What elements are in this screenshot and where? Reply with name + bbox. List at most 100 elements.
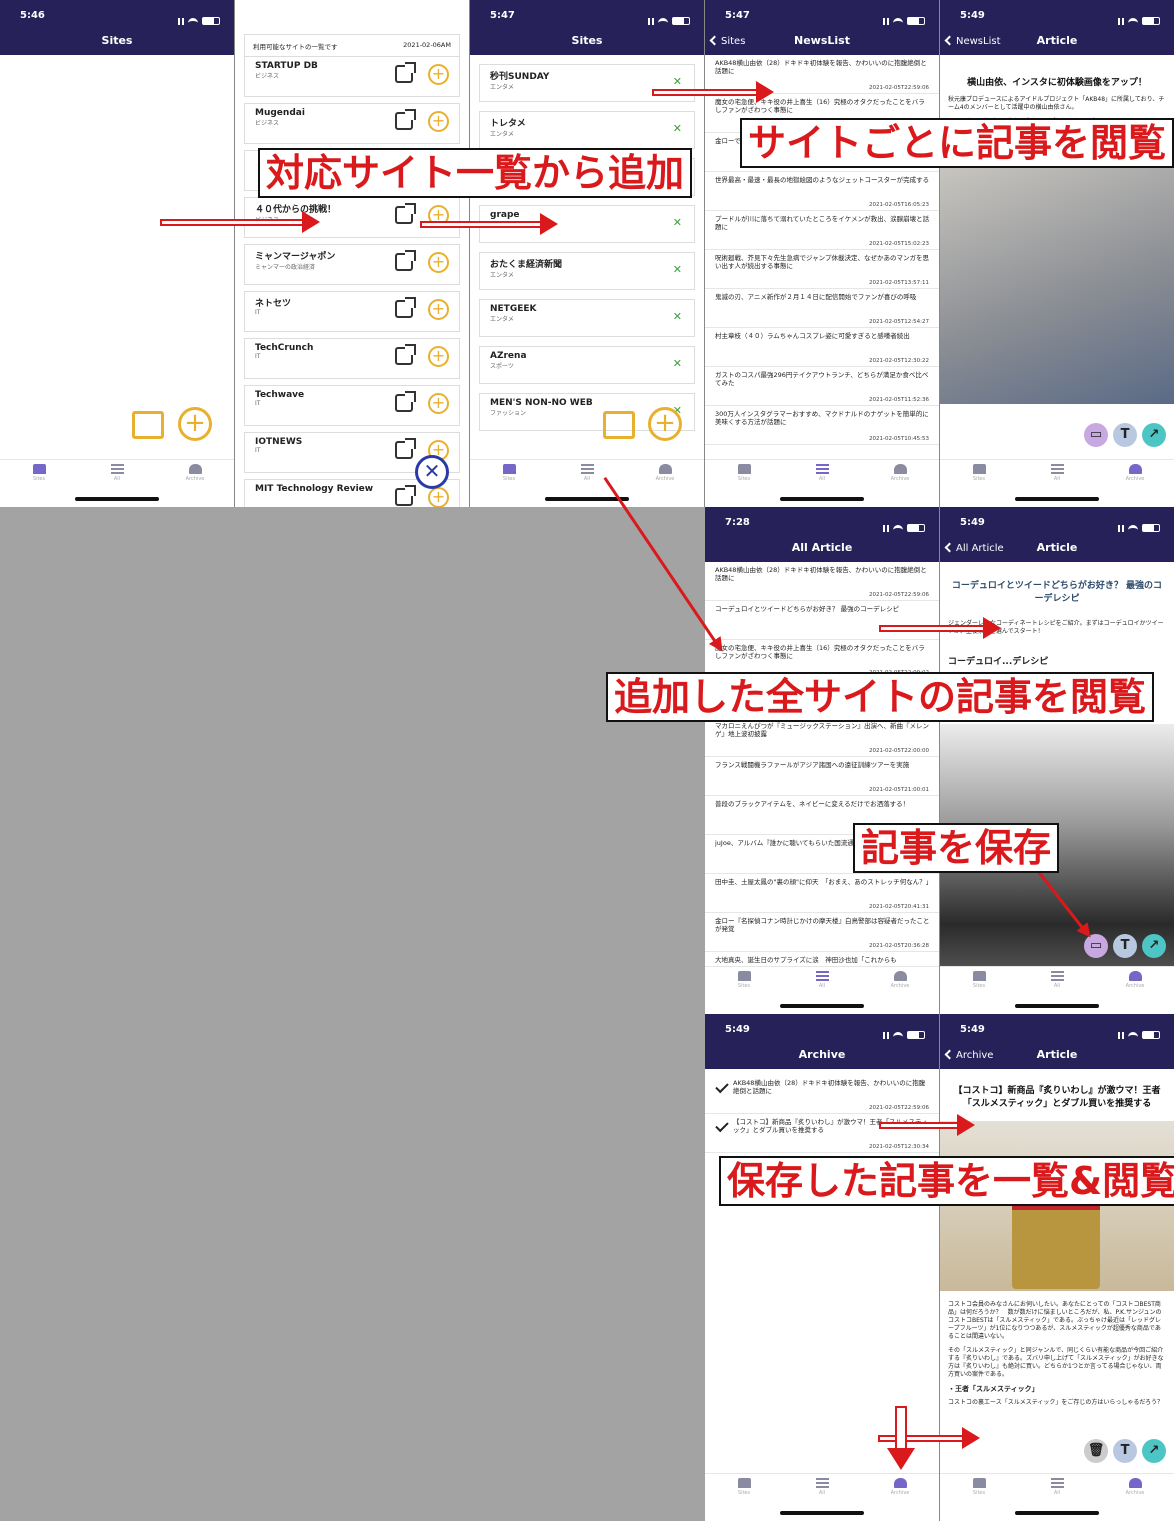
add-site-button[interactable]: +	[428, 487, 449, 507]
article-row[interactable]: AKB48横山由依（28）ドキドキ初体験を報告、かわいいのに抱腹絶倒と話題に 20…	[705, 1075, 939, 1114]
article-row[interactable]: フランス戦闘機ラファールがアジア諸国への遠征訓練ツアーを実施 2021-02-05…	[705, 757, 939, 796]
article-row[interactable]: 鬼滅の刃、アニメ新作が２月１４日に配信開始でファンが喜びの呼吸 2021-02-0…	[705, 289, 939, 328]
tab-archive[interactable]: Archive	[870, 1478, 930, 1521]
site-card[interactable]: トレタメ エンタメ ✕	[479, 111, 695, 149]
site-card[interactable]: NETGEEK エンタメ ✕	[479, 299, 695, 337]
text-mode-button[interactable]: T	[1113, 934, 1137, 958]
add-site-button[interactable]: +	[428, 393, 449, 414]
wifi-icon	[1128, 1031, 1138, 1039]
article-title: 金ロー『名探偵コナン時計じかけの摩天楼』白鳥警部は容疑者だったことが発覚	[715, 917, 930, 933]
article-row[interactable]: 大地真央、誕生日のサプライズに涙 神田沙也加「これからも	[705, 952, 939, 966]
site-card[interactable]: ネトセツ IT +	[244, 291, 460, 332]
article-title: プードルが川に落ちて溺れていたところをイケメンが救出、涙腺崩壊と話題に	[715, 215, 930, 231]
battery-icon	[1142, 524, 1160, 532]
save-button[interactable]: ▭	[1084, 423, 1108, 447]
site-card[interactable]: STARTUP DB ビジネス +	[244, 56, 460, 97]
add-site-button[interactable]: +	[428, 64, 449, 85]
article-row[interactable]: 村主章枝（４０）ラムちゃんコスプレ姿に可愛すぎると感嘆者続出 2021-02-05…	[705, 328, 939, 367]
article-row[interactable]: マカロニえんぴつが『ミュージックステーション』出演へ、新曲『メレンゲ』地上波初披…	[705, 718, 939, 757]
tab-label: All	[1053, 476, 1061, 482]
article-row[interactable]: AKB48横山由依（28）ドキドキ初体験を報告、かわいいのに抱腹絶倒と話題に 20…	[705, 562, 939, 601]
article-row[interactable]: 金ロー『名探偵コナン時計じかけの摩天楼』白鳥警部は容疑者だったことが発覚 2021…	[705, 913, 939, 952]
add-site-button[interactable]: +	[428, 252, 449, 273]
site-card[interactable]: AZrena スポーツ ✕	[479, 346, 695, 384]
tab-archive[interactable]: Archive	[870, 971, 930, 1014]
add-button[interactable]: +	[648, 407, 682, 441]
open-external-icon[interactable]	[395, 438, 416, 459]
article-date: 2021-02-05T22:59:06	[868, 1105, 929, 1111]
status-bar: 5:47	[705, 0, 939, 32]
tab-sites[interactable]: Sites	[714, 971, 774, 1014]
tab-sites[interactable]: Sites	[479, 464, 539, 507]
home-indicator	[1015, 497, 1099, 501]
tab-archive[interactable]: Archive	[1105, 971, 1165, 1014]
add-site-button[interactable]: +	[428, 346, 449, 367]
site-name: NETGEEK	[490, 304, 537, 314]
open-browser-button[interactable]: ↗	[1142, 934, 1166, 958]
tray-icon	[658, 464, 672, 474]
add-site-button[interactable]: +	[428, 299, 449, 320]
tab-sites[interactable]: Sites	[9, 464, 69, 507]
article-row[interactable]: 田中圭、土屋太鳳の"裏の顔"に仰天 「おまえ、あのストレッチ何なん？」 2021-…	[705, 874, 939, 913]
tab-sites[interactable]: Sites	[949, 464, 1009, 507]
add-button[interactable]: +	[178, 407, 212, 441]
status-time: 5:49	[960, 517, 985, 528]
list-icon	[1050, 1478, 1064, 1488]
remove-site-icon[interactable]: ✕	[673, 357, 682, 370]
remove-site-icon[interactable]: ✕	[673, 122, 682, 135]
remove-site-icon[interactable]: ✕	[673, 263, 682, 276]
tab-sites[interactable]: Sites	[714, 464, 774, 507]
site-card[interactable]: TechCrunch IT +	[244, 338, 460, 379]
tab-archive[interactable]: Archive	[1105, 464, 1165, 507]
close-button[interactable]: ✕	[415, 455, 449, 489]
remove-site-icon[interactable]: ✕	[673, 310, 682, 323]
site-name: AZrena	[490, 351, 527, 361]
nav-title: Sites	[101, 34, 133, 47]
article-row[interactable]: ガストのコスパ最強296円テイクアウトランチ、どちらが満足か食べ比べてみた 202…	[705, 367, 939, 406]
article-date: 2021-02-05T20:36:28	[868, 943, 929, 949]
open-external-icon[interactable]	[395, 344, 416, 365]
feedback-button[interactable]	[132, 411, 164, 439]
open-browser-button[interactable]: ↗	[1142, 1439, 1166, 1463]
remove-site-icon[interactable]: ✕	[673, 216, 682, 229]
delete-button[interactable]: 🗑	[1084, 1439, 1108, 1463]
status-time: 5:49	[725, 1024, 750, 1035]
site-card[interactable]: ミャンマージャポン ミャンマーの政治経済 +	[244, 244, 460, 285]
article-title: AKB48横山由依（28）ドキドキ初体験を報告、かわいいのに抱腹絶倒と話題に	[715, 59, 927, 75]
article-row[interactable]: 世界最高・最速・最長の地獄絵図のようなジェットコースターが完成する 2021-02…	[705, 172, 939, 211]
tab-sites[interactable]: Sites	[949, 971, 1009, 1014]
open-browser-button[interactable]: ↗	[1142, 423, 1166, 447]
article-row[interactable]: 300万人インスタグラマーおすすめ、マクドナルドのナゲットを簡単的に美味くする方…	[705, 406, 939, 445]
open-external-icon[interactable]	[395, 62, 416, 83]
status-time: 5:47	[490, 10, 515, 21]
text-mode-button[interactable]: T	[1113, 1439, 1137, 1463]
tab-archive[interactable]: Archive	[165, 464, 225, 507]
open-external-icon[interactable]	[395, 250, 416, 271]
article-row[interactable]: コーデュロイとツイードどちらがお好き？ 最強のコーデレシピ	[705, 601, 939, 640]
tab-sites[interactable]: Sites	[949, 1478, 1009, 1521]
article-title: ガストのコスパ最強296円テイクアウトランチ、どちらが満足か食べ比べてみた	[715, 371, 929, 387]
open-external-icon[interactable]	[395, 297, 416, 318]
tray-icon	[893, 464, 907, 474]
tab-archive[interactable]: Archive	[870, 464, 930, 507]
open-external-icon[interactable]	[395, 485, 416, 506]
site-card[interactable]: Techwave IT +	[244, 385, 460, 426]
home-indicator	[1015, 1511, 1099, 1515]
tab-archive[interactable]: Archive	[635, 464, 695, 507]
open-external-icon[interactable]	[395, 203, 416, 224]
text-mode-button[interactable]: T	[1113, 423, 1137, 447]
site-card[interactable]: おたくま経済新聞 エンタメ ✕	[479, 252, 695, 290]
add-site-button[interactable]: +	[428, 111, 449, 132]
tray-icon	[188, 464, 202, 474]
article-row[interactable]: プードルが川に落ちて溺れていたところをイケメンが救出、涙腺崩壊と話題に 2021-…	[705, 211, 939, 250]
site-card[interactable]: Mugendai ビジネス +	[244, 103, 460, 144]
tab-sites[interactable]: Sites	[714, 1478, 774, 1521]
feedback-button[interactable]	[603, 411, 635, 439]
open-external-icon[interactable]	[395, 391, 416, 412]
nav-title: Sites	[571, 34, 603, 47]
open-external-icon[interactable]	[395, 109, 416, 130]
article-row[interactable]: 呪術廻戦、芥見下々先生急病でジャンプ休載決定、なぜかあのマンガを思い出す人が続出…	[705, 250, 939, 289]
article-photo	[940, 164, 1174, 404]
tab-archive[interactable]: Archive	[1105, 1478, 1165, 1521]
book-icon	[737, 1478, 751, 1488]
